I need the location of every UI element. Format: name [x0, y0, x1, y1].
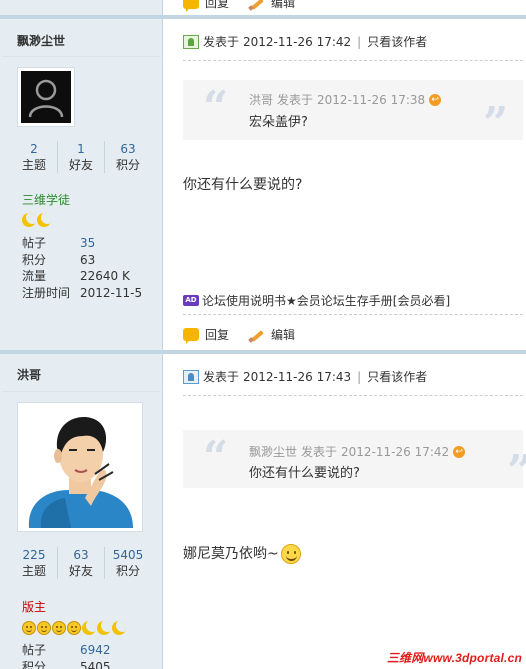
smiley-icon: [22, 621, 36, 635]
post1-author[interactable]: 飘渺尘世: [17, 32, 65, 49]
reply-icon: [183, 0, 199, 12]
prev-post-actions: 回复 编辑: [183, 0, 315, 12]
open-quote-icon: “: [203, 432, 229, 483]
only-author-link[interactable]: 只看该作者: [367, 33, 427, 50]
reply-button[interactable]: 回复: [183, 0, 229, 12]
post1-avatar[interactable]: [17, 67, 75, 127]
post1-rank-stars: [22, 213, 51, 227]
post1-message: 你还有什么要说的?: [183, 177, 303, 193]
stat-topics[interactable]: 2 主题: [11, 141, 58, 173]
default-avatar-icon: [21, 71, 71, 123]
moon-icon: [82, 621, 96, 635]
post1-header: 发表于 2012-11-26 17:42 | 只看该作者: [183, 33, 427, 50]
post1-rank: 三维学徒: [22, 193, 71, 207]
post1-info: 帖子 35 积分 63 流量 22640 K 注册时间 2012-11-5: [22, 235, 143, 300]
post2-rank: 版主: [22, 600, 47, 614]
stat-points[interactable]: 63 积分: [105, 141, 151, 173]
post2-quote: “ 飘渺尘世 发表于 2012-11-26 17:42 ↩ 你还有什么要说的? …: [183, 430, 526, 494]
close-quote-icon: ”: [483, 98, 509, 149]
stat-topics[interactable]: 225 主题: [11, 547, 58, 579]
header-divider: [183, 60, 523, 61]
post1-actions: 回复 编辑: [183, 326, 315, 344]
smile-emoticon-icon: [280, 544, 301, 564]
posts-count-link[interactable]: 6942: [80, 642, 111, 659]
post1-ad[interactable]: AD 论坛使用说明书★会员论坛生存手册[会员必看]: [183, 292, 450, 309]
ad-badge-icon: AD: [183, 295, 199, 306]
online-status-icon: [183, 34, 199, 49]
reply-button[interactable]: 回复: [183, 326, 229, 344]
sidebar-divider: [2, 391, 161, 392]
post2-author[interactable]: 洪哥: [17, 366, 41, 383]
post2-message: 娜尼莫乃依哟~: [183, 543, 301, 564]
pencil-icon: [249, 328, 265, 342]
post2-stats: 225 主题 63 好友 5405 积分: [11, 547, 151, 579]
offline-status-icon: [183, 369, 199, 384]
post2-info: 帖子 6942 积分 5405: [22, 642, 111, 669]
sidebar-divider: [2, 56, 161, 57]
post2-rank-stars: [22, 621, 126, 635]
moon-icon: [22, 213, 36, 227]
reply-icon: [183, 328, 199, 344]
edit-button[interactable]: 编辑: [249, 326, 295, 343]
header-divider: [183, 395, 523, 396]
smiley-icon: [37, 621, 51, 635]
jump-to-post-icon[interactable]: ↩: [429, 93, 442, 106]
post-separator: [0, 350, 526, 354]
posts-count-link[interactable]: 35: [80, 235, 95, 252]
open-quote-icon: “: [203, 82, 229, 133]
close-quote-icon: ”: [507, 450, 526, 494]
post-separator: [0, 15, 526, 19]
pencil-icon: [249, 0, 265, 10]
footer-divider: [183, 314, 523, 315]
moon-icon: [112, 621, 126, 635]
smiley-icon: [52, 621, 66, 635]
moon-icon: [37, 213, 51, 227]
ad-link[interactable]: 论坛使用说明书★会员论坛生存手册[会员必看]: [202, 292, 450, 309]
site-watermark: 三维网www.3dportal.cn: [386, 651, 522, 665]
post2-header: 发表于 2012-11-26 17:43 | 只看该作者: [183, 368, 427, 385]
moon-icon: [97, 621, 111, 635]
stat-friends[interactable]: 1 好友: [58, 141, 105, 173]
jump-to-post-icon[interactable]: ↩: [453, 445, 466, 458]
edit-button[interactable]: 编辑: [249, 0, 295, 11]
stat-friends[interactable]: 63 好友: [58, 547, 105, 579]
post1-quote: “ 洪哥 发表于 2012-11-26 17:38 ↩ 宏朵盖伊? ”: [183, 80, 523, 146]
only-author-link[interactable]: 只看该作者: [367, 368, 427, 385]
smiley-icon: [67, 621, 81, 635]
post1-stats: 2 主题 1 好友 63 积分: [11, 141, 151, 173]
stat-points[interactable]: 5405 积分: [105, 547, 151, 579]
post2-avatar[interactable]: [17, 402, 143, 532]
avatar-illustration: [21, 406, 139, 528]
